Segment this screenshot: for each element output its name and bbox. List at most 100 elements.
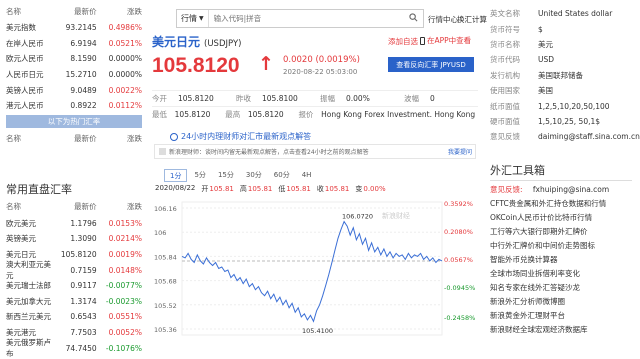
price-line — [181, 220, 443, 323]
max-label: 106.0720 — [342, 213, 373, 221]
rate-change: 0.0148% — [108, 265, 142, 275]
pct-tick-label: 0.3592% — [444, 200, 473, 208]
price-chart[interactable]: 106.16 106 105.84 105.68 105.52 105.36 0.3592%… — [152, 196, 478, 337]
advisor-news-link[interactable]: 24小时内理财师对汇市最新观点解答 — [170, 131, 311, 142]
advisor-notice-text: 新浪理财师：谈时间内留无最新观点解答，点击查看24小时之前的观点解答 — [169, 149, 369, 156]
tool-link[interactable]: 知名专家在线外汇答疑沙龙 — [482, 281, 640, 295]
rate-price: 1.1796 — [70, 218, 97, 228]
legend-date: 2020/08/22 — [155, 184, 196, 192]
rate-row[interactable]: 港元人民币 0.8922 0.0112% — [0, 98, 148, 114]
col-name: 名称 — [6, 134, 21, 144]
rate-price: 7.7503 — [70, 328, 97, 338]
tool-link[interactable]: 中行外汇牌价和中间价走势图标 — [482, 239, 640, 253]
search-type-label: 行情 — [181, 14, 197, 23]
rate-row[interactable]: 英镑美元 1.3090 0.0214% — [0, 231, 148, 247]
rate-row[interactable]: 在岸人民币 6.9194 0.0521% — [0, 36, 148, 52]
rate-row[interactable]: 英镑人民币 9.0489 0.0022% — [0, 82, 148, 98]
tab-period[interactable]: 1分 — [164, 169, 188, 182]
info-row: 英文名称 United States dollar — [482, 6, 640, 21]
stat-label: 昨收 — [236, 94, 251, 103]
rate-row[interactable]: 欧元美元 1.1796 0.0153% — [0, 216, 148, 232]
rate-row[interactable]: 澳大利亚元美元 0.7159 0.0148% — [0, 260, 148, 280]
info-label: 货币名称 — [490, 39, 520, 49]
rate-row[interactable]: 人民币日元 15.2710 0.0000% — [0, 67, 148, 83]
tools-title: 外汇工具箱 — [490, 163, 545, 177]
rate-change: 0.0000% — [108, 54, 142, 64]
info-label: 英文名称 — [490, 9, 520, 19]
add-watch-button[interactable]: 添加自选 — [388, 36, 418, 47]
tab-period[interactable]: 5分 — [189, 169, 210, 182]
reverse-rate-button[interactable]: 查看反向汇率 JPYUSD — [388, 57, 474, 72]
rate-name: 美元加拿大元 — [6, 296, 51, 306]
info-row: 纸币面值 1,2,5,10,20,50,100 — [482, 98, 640, 113]
rate-price: 0.7159 — [70, 265, 97, 275]
tab-period[interactable]: 4H — [297, 169, 317, 182]
tool-link[interactable]: 工行等六大银行即期外汇牌价 — [482, 225, 640, 239]
rate-row[interactable]: 美元加拿大元 1.3174 -0.0023% — [0, 294, 148, 310]
search-icon[interactable] — [409, 13, 418, 24]
rate-price: 74.7450 — [65, 343, 97, 353]
y-tick-label: 105.84 — [154, 253, 177, 261]
tab-period[interactable]: 15分 — [213, 169, 239, 182]
stat-value: 0 — [430, 94, 435, 103]
info-label: 纸币面值 — [490, 101, 520, 111]
rate-price: 1.3090 — [70, 234, 97, 244]
rate-change: 0.0000% — [108, 70, 142, 80]
app-view-label: 在APP中查看 — [427, 36, 472, 45]
rate-price: 6.9194 — [70, 38, 97, 48]
direct-rate-list: 欧元美元 1.1796 0.0153% 英镑美元 1.3090 0.0214% 美元日元 10… — [0, 216, 148, 358]
tool-link[interactable]: 新浪财经全球宏观经济数据库 — [482, 323, 640, 337]
stat-label: 报价 — [298, 109, 314, 119]
rate-row[interactable]: 美元瑞士法郎 0.9117 -0.0077% — [0, 278, 148, 294]
tab-period[interactable]: 30分 — [241, 169, 267, 182]
watermark: 新浪财经 — [382, 211, 410, 220]
search-type-select[interactable]: 行情 ▼ — [177, 10, 209, 27]
rate-change: 0.0521% — [108, 38, 142, 48]
tool-link[interactable]: 新浪黄金外汇理财平台 — [482, 309, 640, 323]
col-price: 最新价 — [74, 134, 97, 144]
right-panel: 英文名称 United States dollar 货币符号 $ 货币名称 美元 货币代码 U… — [482, 0, 640, 337]
info-value: 美国 — [538, 86, 553, 96]
rate-change: 0.0112% — [108, 101, 142, 111]
rate-change: 0.0052% — [108, 328, 142, 338]
info-label: 使用国家 — [490, 86, 520, 96]
rate-row[interactable]: 新西兰元美元 0.6543 0.0551% — [0, 309, 148, 325]
stat-label: 最高 — [225, 109, 241, 119]
info-row: 发行机构 美国联邦储备 — [482, 68, 640, 83]
tool-link[interactable]: CFTC贵金属和外汇持仓数据和行情 — [482, 197, 640, 211]
tools-feedback-email[interactable]: fxhuiping@sina.com — [533, 185, 609, 194]
tab-period[interactable]: 60分 — [269, 169, 295, 182]
rate-name: 人民币日元 — [6, 70, 44, 80]
legend-key: 变 — [355, 185, 363, 193]
quote-time: 2020-08-22 05:03:00 — [283, 68, 358, 76]
avatar — [159, 148, 166, 155]
market-center-link[interactable]: 行情中心 — [428, 14, 458, 25]
tool-link[interactable]: 全球市场同业拆借利率变化 — [482, 267, 640, 281]
tool-link[interactable]: OKCoin人民币计价比特币行情 — [482, 211, 640, 225]
rate-price: 93.2145 — [65, 23, 97, 33]
tool-link[interactable]: 新浪外汇分析师微博圈 — [482, 295, 640, 309]
rate-price: 8.1590 — [70, 54, 97, 64]
app-view-link[interactable]: 在APP中查看 — [420, 35, 471, 46]
rate-price: 0.9117 — [70, 281, 97, 291]
stat-label: 振幅 — [320, 94, 335, 103]
search-input[interactable] — [208, 14, 369, 23]
top-rate-list: 美元指数 93.2145 0.4986% 在岸人民币 6.9194 0.0521% 欧元人民… — [0, 20, 148, 114]
up-arrow-icon: ↑ — [258, 53, 274, 75]
hot-rates-bar[interactable]: 以下为热门汇率 — [6, 115, 142, 129]
pct-tick-label: -0.2458% — [444, 314, 475, 322]
rate-change: 0.0214% — [108, 234, 142, 244]
ask-question-button[interactable]: 我要提问 — [448, 147, 472, 156]
info-label: 意见反馈 — [490, 132, 520, 142]
tool-link[interactable]: 智能外币兑换计算器 — [482, 253, 640, 267]
info-label: 货币符号 — [490, 24, 520, 34]
legend-key: 低 — [278, 185, 286, 193]
rate-row[interactable]: 美元俄罗斯卢布 74.7450 -0.1076% — [0, 338, 148, 358]
rate-row[interactable]: 欧元人民币 8.1590 0.0000% — [0, 51, 148, 67]
legend-item: 收105.81 — [317, 184, 350, 194]
info-row: 货币名称 美元 — [482, 37, 640, 52]
direct-table-header: 名称 最新价 涨跌 — [0, 198, 148, 216]
rate-row[interactable]: 美元指数 93.2145 0.4986% — [0, 20, 148, 36]
info-value: United States dollar — [538, 9, 613, 19]
col-price: 最新价 — [74, 6, 97, 16]
